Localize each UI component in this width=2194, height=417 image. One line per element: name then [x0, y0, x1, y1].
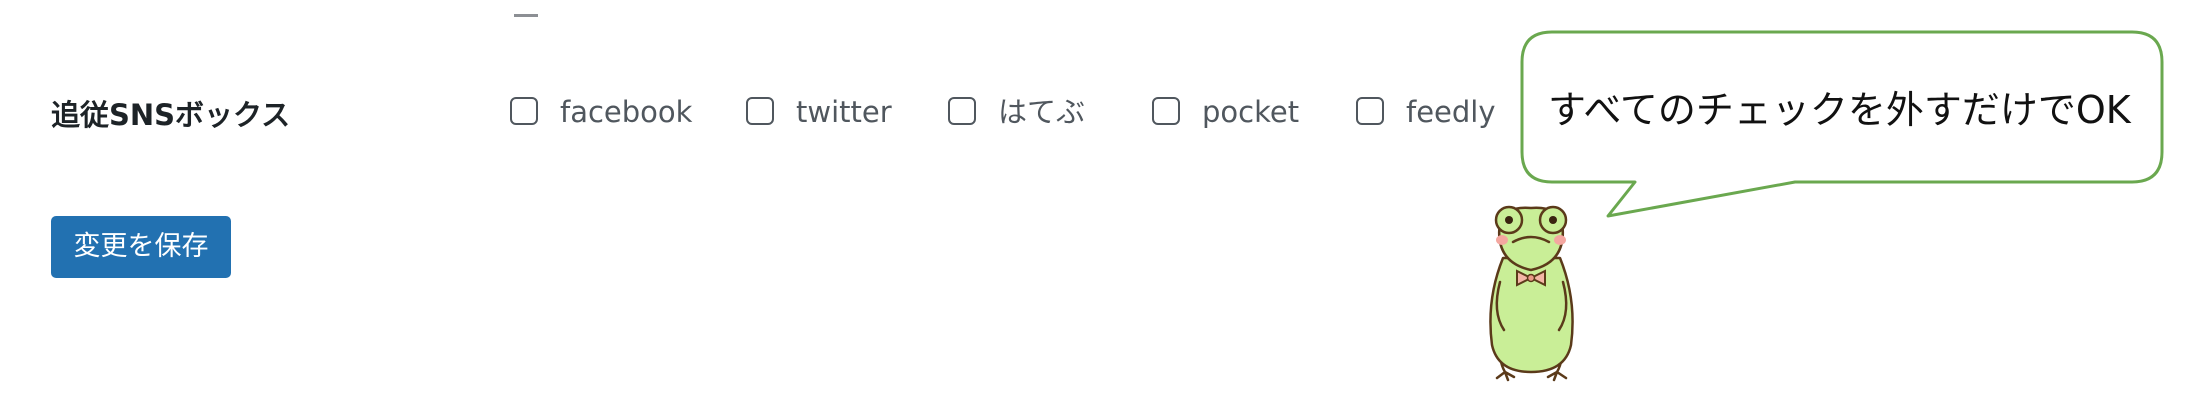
- frog-icon: [1489, 205, 1574, 382]
- callout-illustration: [1489, 30, 2164, 382]
- callout-message: すべてのチェックを外すだけでOK: [1548, 88, 2131, 132]
- settings-screen: 追従SNSボックス facebook twitter はてぶ pocket fe…: [0, 0, 2194, 417]
